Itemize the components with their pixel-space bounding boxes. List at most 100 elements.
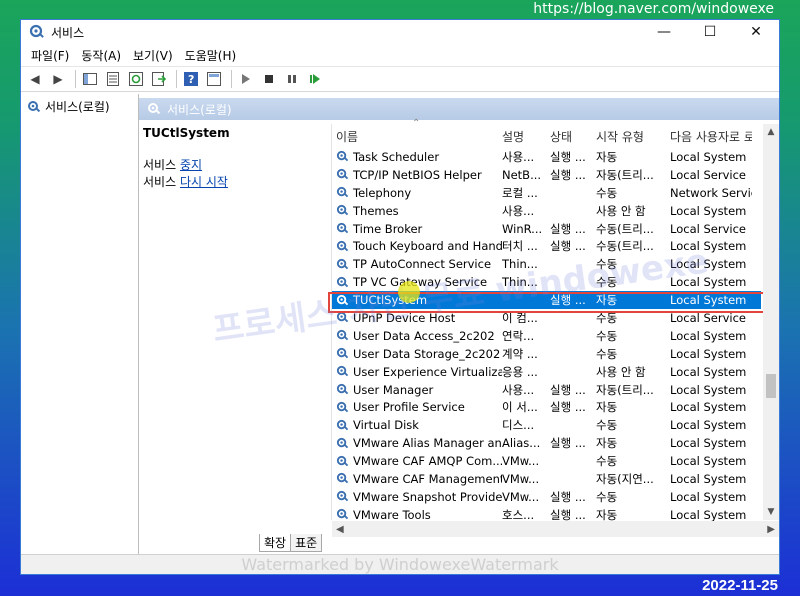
close-button[interactable]: ✕ [733, 20, 779, 44]
back-icon[interactable]: ◀ [25, 69, 45, 89]
table-row[interactable]: User Profile Service 이 서... 실행 ... 자동 Local … [332, 398, 761, 416]
table-row[interactable]: VMware Snapshot Provider VMw... 실행 ... 수동 Lo… [332, 488, 761, 506]
table-row[interactable]: Time Broker WinR... 실행 ... 수동(트리... Local Se… [332, 220, 761, 238]
service-name: UPnP Device Host [353, 310, 456, 325]
table-row[interactable]: TUCtlSystem 실행 ... 자동 Local System [332, 291, 761, 310]
service-name-cell: User Manager [332, 383, 502, 397]
service-name-cell: VMware CAF Management... [332, 472, 502, 486]
console-tree-icon[interactable] [80, 69, 100, 89]
service-gear-icon [336, 366, 349, 377]
sort-ascending-icon: ⌃ [412, 118, 421, 129]
scroll-thumb[interactable] [766, 374, 776, 398]
service-logon-as: Local System [670, 382, 747, 397]
service-gear-icon [336, 312, 349, 323]
refresh-icon[interactable] [126, 69, 146, 89]
service-startup-type: 자동 [596, 293, 618, 308]
service-name: TUCtlSystem [353, 293, 428, 308]
menu-view[interactable]: 보기(V) [127, 47, 179, 64]
service-gear-icon [336, 455, 349, 466]
service-logon-as: Local System [670, 364, 747, 379]
view-tabs: 확장 표준 [259, 534, 323, 552]
services-gear-icon [28, 100, 41, 112]
horizontal-scrollbar[interactable]: ◀ ▶ [332, 521, 779, 537]
table-row[interactable]: Themes 사용... 사용 안 함 Local System [332, 202, 761, 220]
column-header-startup-type[interactable]: 시작 유형 [596, 128, 670, 145]
service-description: 이 컴... [502, 310, 538, 325]
service-logon-as: Local System [670, 400, 747, 415]
column-header-logon-as[interactable]: 다음 사용자로 로 [670, 128, 752, 145]
table-row[interactable]: UPnP Device Host 이 컴... 수동 Local Service [332, 309, 761, 327]
export-icon[interactable] [149, 69, 169, 89]
service-description: 터치 ... [502, 239, 538, 254]
service-gear-icon [336, 187, 349, 198]
service-name-cell: TP VC Gateway Service [332, 275, 502, 289]
scroll-right-icon[interactable]: ▶ [767, 524, 775, 535]
resume-icon[interactable] [305, 69, 325, 89]
service-description: WinR... [502, 221, 543, 236]
table-row[interactable]: Telephony 로컬 ... 수동 Network Service [332, 184, 761, 202]
stop-icon[interactable] [259, 69, 279, 89]
vertical-scrollbar[interactable]: ▲ ▼ [763, 124, 779, 520]
service-status: 실행 ... [550, 382, 586, 397]
service-name: TCP/IP NetBIOS Helper [353, 167, 482, 182]
menu-help[interactable]: 도움말(H) [179, 47, 243, 64]
table-row[interactable]: VMware CAF Management... VMw... 자동(지연... Lo… [332, 470, 761, 488]
service-logon-as: Local System [670, 471, 747, 486]
tree-item-label: 서비스(로컬) [45, 100, 110, 114]
scroll-up-icon[interactable]: ▲ [763, 124, 779, 140]
column-header-name[interactable]: 이름 [332, 128, 502, 145]
column-header-status[interactable]: 상태 [550, 128, 596, 145]
table-row[interactable]: Virtual Disk 디스... 수동 Local System [332, 416, 761, 434]
service-status: 실행 ... [550, 293, 586, 308]
content-header-label: 서비스(로컬) [167, 102, 232, 117]
service-logon-as: Network Service [670, 185, 752, 200]
help-icon[interactable]: ? [181, 69, 201, 89]
table-row[interactable]: VMware Alias Manager an... Alias... 실행 ...… [332, 434, 761, 452]
services-rows: Task Scheduler 사용... 실행 ... 자동 Local System T… [332, 148, 761, 524]
table-row[interactable]: TP VC Gateway Service Thin... 수동 Local Syst… [332, 273, 761, 291]
stop-service-link[interactable]: 중지 [180, 158, 202, 172]
table-row[interactable]: Task Scheduler 사용... 실행 ... 자동 Local System [332, 148, 761, 166]
table-row[interactable]: User Manager 사용... 실행 ... 자동(트리... Local Sys… [332, 381, 761, 399]
service-logon-as: Local Service [670, 167, 746, 182]
view-icon[interactable] [204, 69, 224, 89]
maximize-button[interactable]: ☐ [687, 20, 733, 44]
body-area: 서비스(로컬) 서비스(로컬) TUCtlSystem 서비스 중지 서비스 다… [21, 94, 779, 554]
table-row[interactable]: User Data Storage_2c202 계약 ... 수동 Local Sys… [332, 345, 761, 363]
tab-extended[interactable]: 확장 [259, 534, 292, 552]
stop-prefix: 서비스 [143, 158, 180, 172]
properties-icon[interactable] [103, 69, 123, 89]
table-row[interactable]: TCP/IP NetBIOS Helper NetB... 실행 ... 자동(트리.… [332, 166, 761, 184]
table-row[interactable]: Touch Keyboard and Hand... 터치 ... 실행 ... 수동… [332, 237, 761, 255]
table-row[interactable]: VMware CAF AMQP Com... VMw... 수동 Local Syst… [332, 452, 761, 470]
table-row[interactable]: TP AutoConnect Service Thin... 수동 Local Sys… [332, 255, 761, 273]
scroll-down-icon[interactable]: ▼ [763, 504, 779, 520]
table-row[interactable]: User Data Access_2c202 연락... 수동 Local Syste… [332, 327, 761, 345]
restart-prefix: 서비스 [143, 175, 180, 189]
service-logon-as: Local System [670, 257, 747, 272]
restart-service-link[interactable]: 다시 시작 [180, 175, 228, 189]
service-startup-type: 자동 [596, 149, 618, 164]
tab-standard[interactable]: 표준 [290, 534, 323, 552]
column-header-description[interactable]: 설명 [502, 128, 550, 145]
scroll-left-icon[interactable]: ◀ [336, 524, 344, 535]
service-logon-as: Local Service [670, 310, 746, 325]
menu-file[interactable]: 파일(F) [25, 47, 75, 64]
service-logon-as: Local System [670, 149, 747, 164]
tree-item-services-local[interactable]: 서비스(로컬) [21, 98, 138, 115]
table-row[interactable]: User Experience Virtualizati...응용 ... 사용 … [332, 363, 761, 381]
service-logon-as: Local System [670, 328, 747, 343]
service-startup-type: 수동 [596, 418, 618, 433]
pause-icon[interactable] [282, 69, 302, 89]
service-name-cell: VMware Snapshot Provider [332, 490, 502, 504]
service-startup-type: 수동 [596, 257, 618, 272]
service-name-cell: VMware Tools [332, 508, 502, 522]
service-logon-as: Local System [670, 436, 747, 451]
menu-action[interactable]: 동작(A) [75, 47, 127, 64]
service-status: 실행 ... [550, 167, 586, 182]
minimize-button[interactable]: — [641, 20, 687, 44]
forward-icon[interactable]: ▶ [48, 69, 68, 89]
service-gear-icon [336, 294, 349, 305]
title-bar[interactable]: 서비스 — ☐ ✕ [21, 20, 779, 44]
play-icon[interactable] [236, 69, 256, 89]
